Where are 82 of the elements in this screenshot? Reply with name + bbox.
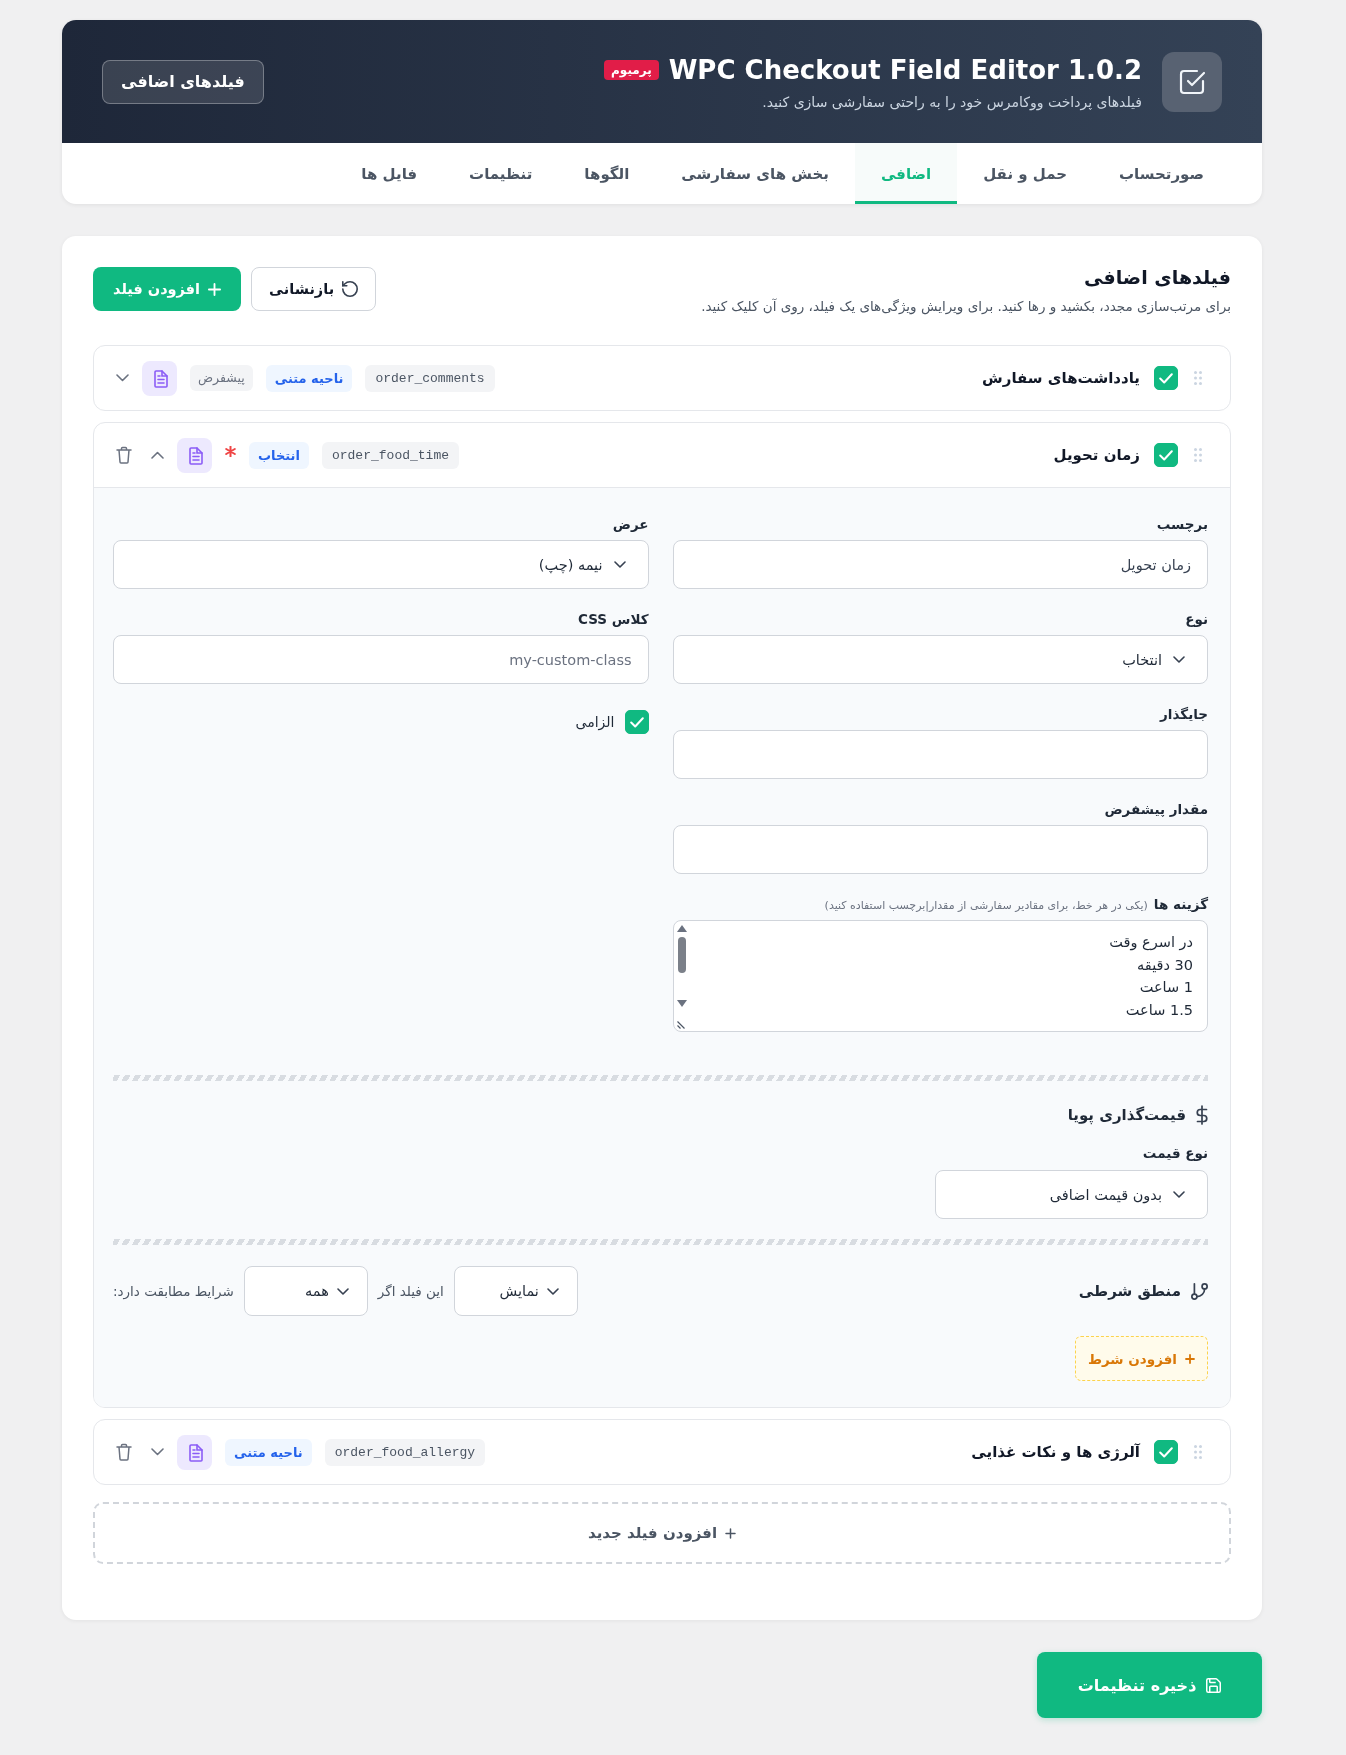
check-square-icon — [1162, 51, 1222, 112]
check-icon — [1159, 372, 1173, 384]
scrollbar[interactable] — [674, 924, 689, 1008]
tab[interactable]: حمل و نقل — [957, 143, 1094, 204]
document-icon — [177, 1434, 212, 1470]
select-dropdown[interactable]: نمایش — [453, 1266, 578, 1316]
select-dropdown[interactable]: بدون قیمت اضافی — [935, 1170, 1208, 1219]
tab[interactable]: تنظیمات — [443, 143, 559, 204]
field-label: نوع قیمت — [1141, 1144, 1208, 1162]
branch-icon — [1191, 1282, 1208, 1300]
text-input[interactable] — [672, 730, 1208, 779]
drag-handle-icon[interactable] — [1194, 371, 1202, 385]
trash-icon[interactable] — [116, 1443, 132, 1461]
chevron-up-icon[interactable] — [151, 451, 164, 459]
text-input[interactable]: my-custom-class — [113, 635, 649, 684]
resize-grip-icon[interactable] — [677, 1020, 686, 1029]
default-tag: پیشفرض — [190, 365, 253, 391]
section-title: قیمت‌گذاری پویا — [1067, 1106, 1186, 1124]
tab[interactable]: بخش های سفارشی — [655, 143, 855, 204]
plus-icon — [725, 1527, 737, 1539]
check-icon — [1159, 1446, 1173, 1458]
app-title: WPC Checkout Field Editor 1.0.2 — [668, 53, 1142, 86]
field-label: جایگذار — [1158, 705, 1208, 723]
drag-handle-icon[interactable] — [1194, 1445, 1202, 1459]
plus-icon — [1185, 1353, 1195, 1364]
condition-text: شرایط مطابقت دارد: — [113, 1283, 234, 1299]
tab[interactable]: الگوها — [558, 143, 656, 204]
tab[interactable]: صورتحساب — [1093, 143, 1230, 204]
field-label: مقدار پیشفرض — [1103, 800, 1208, 818]
chevron-down-icon — [546, 1287, 559, 1295]
field-type-tag: انتخاب — [249, 441, 309, 469]
drag-handle-icon[interactable] — [1194, 448, 1202, 462]
tab[interactable]: فایل ها — [335, 143, 444, 204]
panel-description: برای مرتب‌سازی مجدد، بکشید و رها کنید. برای ویرایش ویژگی‌های یک فیلد، روی آن کلیک کنید. — [701, 297, 1231, 316]
field-label: عرض — [611, 515, 649, 533]
condition-text: این فیلد اگر — [377, 1283, 444, 1299]
field-label: گزینه ها — [1153, 895, 1208, 913]
refresh-icon — [342, 281, 359, 297]
checkbox-label: الزامی — [575, 714, 615, 730]
select-dropdown[interactable]: انتخاب — [672, 635, 1208, 684]
field-hint: (یکی در هر خط، برای مقادیر سفارشی از مقدار|برچسب استفاده کنید) — [824, 899, 1148, 912]
field-type-tag: ناحیه متنی — [225, 1438, 312, 1466]
plus-icon — [208, 282, 222, 296]
select-dropdown[interactable]: نیمه (چپ) — [113, 540, 649, 589]
checkbox[interactable] — [1154, 366, 1178, 390]
field-label: برچسب — [1155, 515, 1208, 533]
text-input[interactable]: زمان تحویل — [672, 540, 1208, 589]
text-input[interactable] — [672, 825, 1208, 874]
document-icon — [177, 437, 212, 473]
options-textarea[interactable]: در اسرع وقت 30 دقیقه 1 ساعت 1.5 ساعت — [672, 920, 1208, 1032]
section-title: منطق شرطی — [1078, 1282, 1181, 1300]
chevron-down-icon — [336, 1287, 349, 1295]
premium-badge: پرمیوم — [604, 59, 659, 80]
field-name: زمان تحویل — [1053, 446, 1140, 464]
checkbox[interactable] — [624, 710, 649, 734]
add-new-field-button[interactable]: افزودن فیلد جدید — [93, 1502, 1231, 1564]
save-icon — [1206, 1677, 1222, 1693]
field-key: order_food_time — [321, 441, 459, 469]
check-icon — [1159, 449, 1173, 461]
field-type-tag: ناحیه متنی — [265, 364, 353, 392]
field-label: نوع — [1184, 610, 1208, 628]
chevron-down-icon[interactable] — [151, 1448, 164, 1456]
field-name: یادداشت‌های سفارش — [982, 369, 1140, 387]
field-label: کلاس CSS — [577, 610, 649, 628]
field-key: order_food_allergy — [324, 1438, 486, 1466]
app-subtitle: فیلدهای پرداخت ووکامرس خود را به راحتی سفارشی سازی کنید. — [761, 93, 1142, 110]
panel-title: فیلدهای اضافی — [1083, 265, 1231, 290]
checkbox[interactable] — [1154, 1440, 1178, 1464]
section-button[interactable]: فیلدهای اضافی — [102, 59, 264, 104]
dollar-icon — [1196, 1105, 1208, 1125]
checkbox[interactable] — [1154, 443, 1178, 467]
chevron-down-icon — [1173, 656, 1185, 663]
chevron-down-icon — [613, 561, 626, 568]
chevron-down-icon — [1173, 1191, 1185, 1198]
field-name: آلرژی ها و نکات غذایی — [971, 1443, 1140, 1461]
field-key: order_comments — [365, 364, 495, 392]
trash-icon[interactable] — [116, 446, 132, 464]
select-dropdown[interactable]: همه — [243, 1266, 368, 1316]
reset-button[interactable]: بازنشانی — [251, 267, 377, 311]
document-icon — [142, 360, 177, 396]
chevron-down-icon[interactable] — [116, 374, 129, 382]
check-icon — [629, 716, 644, 728]
